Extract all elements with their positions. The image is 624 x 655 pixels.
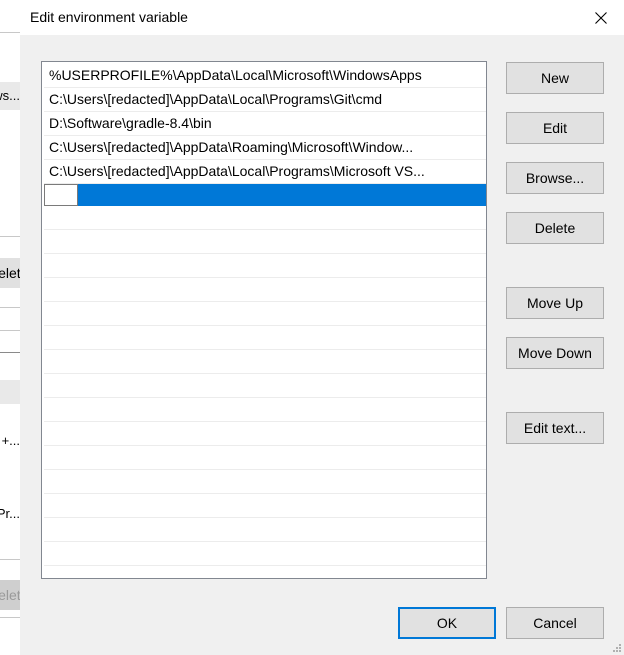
browse-button[interactable]: Browse...	[506, 162, 604, 194]
bg-delete-button[interactable]: Delete	[0, 258, 20, 288]
delete-button[interactable]: Delete	[506, 212, 604, 244]
edit-button[interactable]: Edit	[506, 112, 604, 144]
empty-row	[44, 350, 486, 374]
new-button[interactable]: New	[506, 62, 604, 94]
background-window: ws... Delete +... Pr... Delete	[0, 0, 21, 655]
empty-row	[44, 326, 486, 350]
bg-divider	[0, 352, 20, 353]
list-item[interactable]: C:\Users\[redacted]\AppData\Local\Progra…	[44, 160, 486, 184]
bg-divider	[0, 32, 20, 33]
list-item-selected-editing[interactable]	[44, 184, 486, 206]
bg-list-text: ws...	[0, 88, 20, 103]
empty-row	[44, 206, 486, 230]
empty-row	[44, 470, 486, 494]
empty-row	[44, 230, 486, 254]
empty-row	[44, 254, 486, 278]
close-icon	[595, 11, 607, 24]
ok-button[interactable]: OK	[398, 607, 496, 639]
edit-environment-variable-dialog: Edit environment variable %USERPROFILE%\…	[20, 0, 624, 655]
empty-row	[44, 302, 486, 326]
bg-header-band	[0, 380, 20, 404]
path-list[interactable]: %USERPROFILE%\AppData\Local\Microsoft\Wi…	[41, 61, 487, 579]
move-up-button[interactable]: Move Up	[506, 287, 604, 319]
edit-text-button[interactable]: Edit text...	[506, 412, 604, 444]
cancel-button[interactable]: Cancel	[506, 607, 604, 639]
empty-row	[44, 494, 486, 518]
list-item[interactable]: C:\Users\[redacted]\AppData\Roaming\Micr…	[44, 136, 486, 160]
bg-divider	[0, 307, 20, 308]
bg-divider	[0, 330, 20, 331]
close-button[interactable]	[578, 0, 624, 35]
move-down-button[interactable]: Move Down	[506, 337, 604, 369]
empty-row	[44, 446, 486, 470]
empty-row	[44, 518, 486, 542]
title-bar: Edit environment variable	[20, 0, 624, 35]
empty-row	[44, 422, 486, 446]
bg-delete-button-disabled: Delete	[0, 580, 20, 610]
bg-divider	[0, 236, 20, 237]
list-item[interactable]: %USERPROFILE%\AppData\Local\Microsoft\Wi…	[44, 64, 486, 88]
bg-list-text: +...	[1, 433, 20, 448]
list-item[interactable]: C:\Users\[redacted]\AppData\Local\Progra…	[44, 88, 486, 112]
dialog-title: Edit environment variable	[30, 9, 188, 25]
resize-grip-icon[interactable]	[612, 643, 622, 653]
list-item-edit-input[interactable]	[44, 184, 78, 206]
bg-divider	[0, 617, 20, 618]
empty-row	[44, 374, 486, 398]
empty-row	[44, 542, 486, 566]
empty-row	[44, 278, 486, 302]
list-item[interactable]: D:\Software\gradle-8.4\bin	[44, 112, 486, 136]
bg-list-text: Pr...	[0, 506, 20, 521]
bg-divider	[0, 559, 20, 560]
empty-row	[44, 398, 486, 422]
